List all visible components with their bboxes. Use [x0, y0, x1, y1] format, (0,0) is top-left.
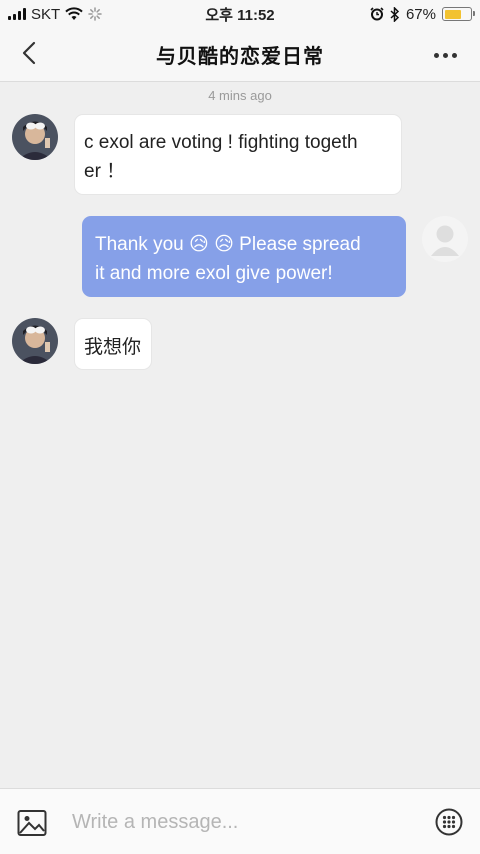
more-dots-icon — [433, 52, 439, 58]
contact-avatar[interactable] — [12, 318, 58, 364]
status-left: SKT — [8, 6, 102, 23]
more-dot — [451, 52, 457, 58]
battery-icon — [442, 7, 475, 21]
battery-level — [444, 9, 462, 19]
contact-avatar-image — [12, 114, 58, 160]
status-right: 67% — [370, 5, 475, 23]
clock: 오후 11:52 — [205, 6, 275, 24]
image-icon[interactable] — [17, 809, 47, 837]
chat-header: 与贝酷的恋爱日常 — [0, 28, 480, 82]
message-bubble-incoming[interactable]: 我想你 — [74, 318, 152, 370]
alarm-icon — [370, 7, 384, 21]
default-user-avatar-icon — [422, 216, 468, 262]
carrier-label: SKT — [31, 5, 61, 23]
message-line: c exol are voting ! fighting togeth — [84, 132, 358, 153]
signal-icon — [8, 8, 26, 20]
loading-icon — [88, 7, 102, 21]
chat-title: 与贝酷的恋爱日常 — [156, 46, 324, 68]
back-button[interactable] — [14, 38, 44, 68]
message-bubble-incoming[interactable]: c exol are voting ! fighting togeth er ！ — [74, 114, 402, 195]
more-dot — [442, 52, 448, 58]
chevron-left-icon — [22, 41, 36, 65]
bluetooth-icon — [390, 6, 400, 22]
keypad-icon[interactable] — [435, 808, 463, 836]
message-line: Thank you 😥 😥 Please spread — [95, 234, 361, 255]
contact-avatar[interactable] — [12, 114, 58, 160]
message-timestamp: 4 mins ago — [208, 88, 272, 103]
message-line: 我想你 — [84, 337, 142, 358]
message-line: it and more exol give power! — [95, 263, 333, 284]
status-bar: SKT 오후 11:52 67% — [0, 0, 480, 28]
battery-percent: 67% — [405, 5, 436, 23]
message-input[interactable] — [72, 805, 412, 839]
message-input-bar — [0, 788, 480, 854]
wifi-icon — [65, 7, 83, 20]
message-line: er ！ — [84, 161, 126, 182]
contact-avatar-image — [12, 318, 58, 364]
message-bubble-outgoing[interactable]: Thank you 😥 😥 Please spread it and more … — [82, 216, 406, 297]
my-avatar[interactable] — [422, 216, 468, 262]
more-options-button[interactable] — [430, 40, 460, 70]
